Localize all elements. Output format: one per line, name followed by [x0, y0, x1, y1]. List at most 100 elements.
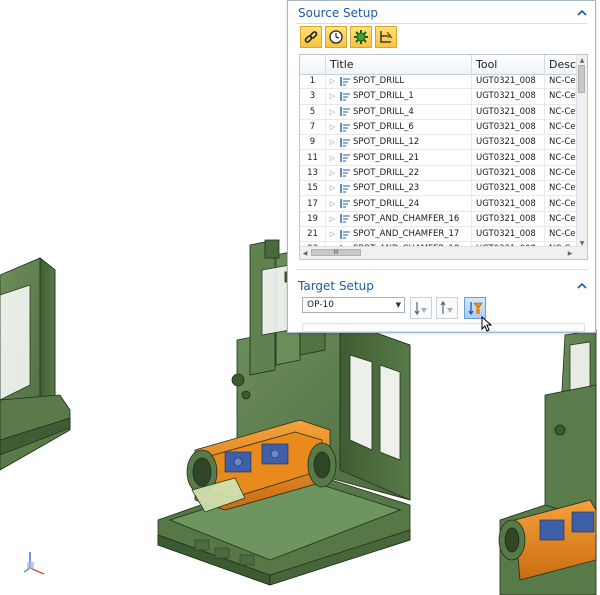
expand-arrow-icon[interactable]: ▷	[329, 154, 336, 162]
insert-operation-icon	[468, 302, 483, 316]
table-row[interactable]: 17▷ SPOT_DRILL_24 UGT0321_008NC-Cen	[300, 196, 577, 212]
scroll-up-icon[interactable]: ▲	[577, 55, 587, 65]
expand-arrow-icon[interactable]: ▷	[329, 108, 336, 116]
drill-operation-icon	[340, 168, 350, 178]
chevron-up-icon[interactable]	[575, 278, 589, 292]
row-number: 5	[300, 104, 326, 119]
expand-arrow-icon[interactable]: ▷	[329, 230, 336, 238]
expand-arrow-icon[interactable]: ▷	[329, 215, 336, 223]
row-description-cell: NC-Cen	[545, 211, 577, 226]
row-description-cell: NC-Cen	[545, 165, 577, 181]
scroll-left-icon[interactable]: ◀	[300, 247, 310, 259]
target-operations-list[interactable]	[302, 323, 585, 332]
expand-arrow-icon[interactable]: ▷	[329, 123, 336, 131]
source-setup-header[interactable]: Source Setup	[288, 2, 595, 24]
gear-icon	[354, 30, 368, 44]
table-header: Title Tool Descrip	[300, 55, 577, 75]
row-title-cell: ▷ SPOT_DRILL_21	[326, 150, 472, 165]
machine-left	[0, 257, 71, 471]
row-number: 9	[300, 135, 326, 150]
expand-arrow-icon[interactable]: ▷	[329, 92, 336, 100]
drill-operation-icon	[340, 107, 350, 117]
table-row[interactable]: 11▷ SPOT_DRILL_21 UGT0321_008NC-Cen	[300, 150, 577, 166]
row-title-cell: ▷ SPOT_AND_CHAMFER_16	[326, 211, 472, 226]
gear-button[interactable]	[350, 26, 372, 48]
row-number: 11	[300, 150, 326, 165]
clock-button[interactable]	[325, 26, 347, 48]
table-row[interactable]: 13▷ SPOT_DRILL_22 UGT0321_008NC-Cen	[300, 165, 577, 182]
link-button[interactable]	[300, 26, 322, 48]
table-row[interactable]: 21▷ SPOT_AND_CHAMFER_17 UGT0321_008NC-Cen	[300, 226, 577, 243]
table-row[interactable]: 5▷ SPOT_DRILL_4 UGT0321_008NC-Cen	[300, 104, 577, 120]
source-setup-title: Source Setup	[298, 6, 378, 20]
row-number: 15	[300, 181, 326, 196]
row-number: 21	[300, 226, 326, 242]
row-number: 19	[300, 211, 326, 226]
expand-arrow-icon[interactable]: ▷	[329, 169, 336, 177]
drill-operation-icon	[340, 91, 350, 101]
operation-title: SPOT_DRILL_1	[353, 91, 414, 102]
operation-title: SPOT_DRILL_22	[353, 167, 420, 178]
tree-button[interactable]	[375, 26, 397, 48]
operation-title: SPOT_DRILL_4	[353, 106, 414, 117]
row-number: 7	[300, 119, 326, 135]
row-tool-cell: UGT0321_008	[472, 226, 545, 242]
move-up-button[interactable]	[436, 297, 458, 319]
row-number: 17	[300, 196, 326, 211]
horizontal-scrollbar[interactable]: ◀ III ▶	[300, 246, 587, 259]
operation-title: SPOT_AND_CHAMFER_17	[353, 229, 460, 240]
move-down-button[interactable]	[410, 297, 432, 319]
row-description-cell: NC-Cen	[545, 89, 577, 104]
source-setup-divider	[296, 23, 587, 24]
vertical-scrollbar[interactable]: ▲ ▼	[576, 55, 587, 248]
row-title-cell: ▷ SPOT_DRILL_12	[326, 135, 472, 150]
table-row[interactable]: 1▷ SPOT_DRILL UGT0321_008NC-Cen	[300, 74, 577, 90]
row-title-cell: ▷ SPOT_DRILL_23	[326, 181, 472, 196]
row-tool-cell: UGT0321_008	[472, 165, 545, 181]
column-tool[interactable]: Tool	[472, 55, 545, 74]
operation-title: SPOT_DRILL	[353, 76, 405, 87]
expand-arrow-icon[interactable]: ▷	[329, 184, 336, 192]
row-number: 1	[300, 74, 326, 89]
row-tool-cell: UGT0321_008	[472, 211, 545, 226]
drill-operation-icon	[340, 137, 350, 147]
table-row[interactable]: 3▷ SPOT_DRILL_1 UGT0321_008NC-Cen	[300, 89, 577, 105]
drill-operation-icon	[340, 214, 350, 224]
drill-operation-icon	[340, 153, 350, 163]
operation-select[interactable]: OP-10 ▼	[302, 297, 405, 313]
row-description-cell: NC-Cen	[545, 74, 577, 89]
operation-title: SPOT_AND_CHAMFER_16	[353, 213, 460, 224]
row-tool-cell: UGT0321_008	[472, 135, 545, 150]
row-tool-cell: UGT0321_008	[472, 89, 545, 104]
column-description[interactable]: Descrip	[545, 55, 577, 74]
drill-operation-icon	[340, 76, 350, 86]
column-title[interactable]: Title	[326, 55, 472, 74]
expand-arrow-icon[interactable]: ▷	[329, 77, 336, 85]
operation-title: SPOT_DRILL_21	[353, 152, 420, 163]
row-description-cell: NC-Cen	[545, 196, 577, 211]
chevron-up-icon[interactable]	[575, 5, 589, 19]
expand-arrow-icon[interactable]: ▷	[329, 200, 336, 208]
horizontal-scroll-thumb[interactable]: III	[311, 249, 361, 256]
table-row[interactable]: 15▷ SPOT_DRILL_23 UGT0321_008NC-Cen	[300, 181, 577, 197]
table-row[interactable]: 7▷ SPOT_DRILL_6 UGT0321_008NC-Cen	[300, 119, 577, 136]
row-description-cell: NC-Cen	[545, 119, 577, 135]
scroll-right-icon[interactable]: ▶	[565, 247, 575, 259]
clock-icon	[329, 30, 343, 44]
row-tool-cell: UGT0321_008	[472, 181, 545, 196]
target-setup-divider	[296, 269, 587, 270]
operation-title: SPOT_DRILL_12	[353, 137, 420, 148]
move-up-icon	[440, 300, 453, 314]
expand-arrow-icon[interactable]: ▷	[329, 138, 336, 146]
table-row[interactable]: 9▷ SPOT_DRILL_12 UGT0321_008NC-Cen	[300, 135, 577, 151]
row-title-cell: ▷ SPOT_DRILL_24	[326, 196, 472, 211]
target-setup-header[interactable]: Target Setup	[288, 275, 595, 297]
row-tool-cell: UGT0321_008	[472, 104, 545, 119]
tree-icon	[380, 31, 393, 43]
vertical-scroll-thumb[interactable]	[578, 65, 585, 93]
target-setup-title: Target Setup	[298, 279, 374, 293]
drill-operation-icon	[340, 183, 350, 193]
operation-title: SPOT_DRILL_24	[353, 198, 420, 209]
table-row[interactable]: 19▷ SPOT_AND_CHAMFER_16 UGT0321_008NC-Cen	[300, 211, 577, 227]
row-title-cell: ▷ SPOT_DRILL	[326, 74, 472, 89]
